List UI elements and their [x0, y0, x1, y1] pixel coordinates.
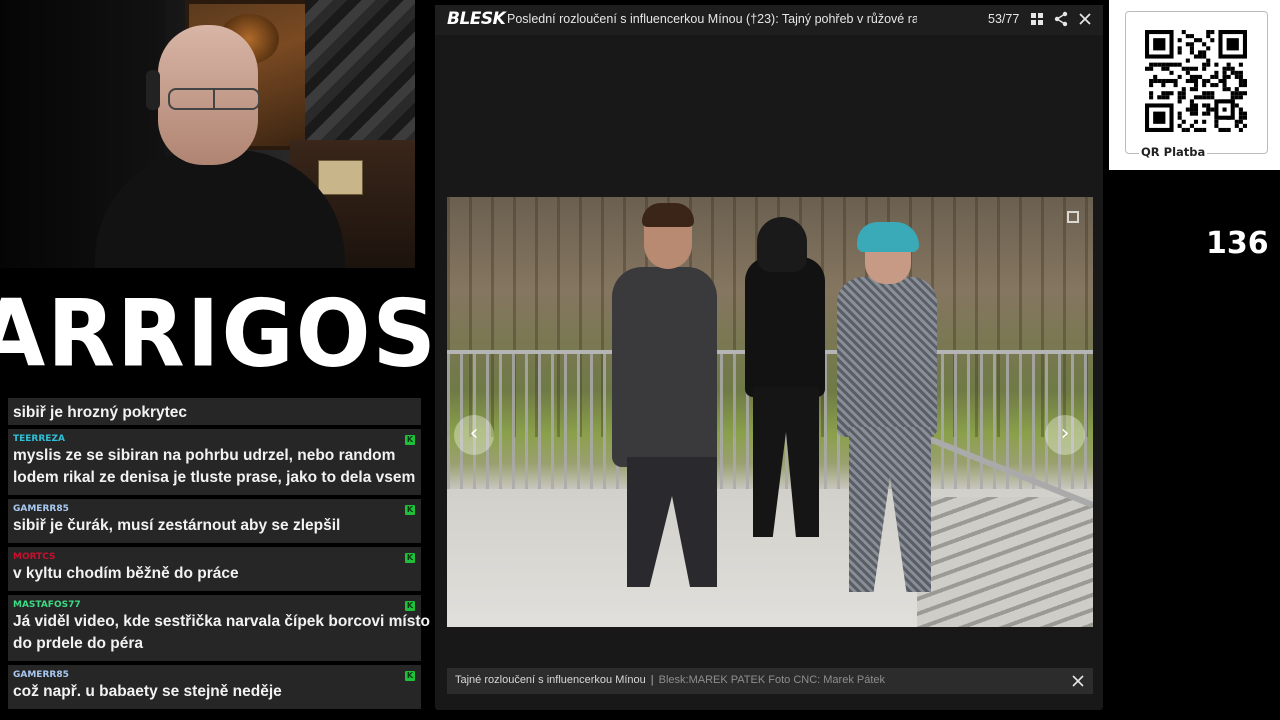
kick-badge-icon: K	[405, 671, 415, 681]
chat-message-text: což např. u babaety se stejně neděje	[13, 683, 282, 700]
qr-payment-panel: QR Platba	[1109, 0, 1280, 170]
next-photo-button[interactable]: ›	[1045, 415, 1085, 455]
glasses	[168, 88, 260, 110]
share-icon[interactable]	[1053, 11, 1069, 27]
grid-icon[interactable]	[1031, 13, 1043, 25]
photo-counter: 53/77	[988, 12, 1020, 26]
channel-logo-text: ARRIGOS	[0, 278, 438, 388]
chat-message: TEERREZA Kmyslis ze se sibiran na pohrbu …	[8, 429, 421, 495]
shelf-box	[318, 160, 363, 195]
qr-code[interactable]	[1145, 30, 1247, 132]
gallery-title: Poslední rozloučení s influencerkou Míno…	[507, 12, 917, 26]
headphone	[146, 70, 160, 110]
caption-close-icon[interactable]	[1071, 674, 1085, 688]
chat-message-text: myslis ze se sibiran na pohrbu udrzel, n…	[13, 447, 396, 464]
kick-badge-icon: K	[405, 553, 415, 563]
chat-message: MORTCS Kv kyltu chodím běžně do práce	[8, 547, 421, 591]
photo-person-right	[837, 222, 947, 622]
photo-caption: Tajné rozloučení s influencerkou Mínou | B…	[455, 674, 885, 686]
chat-message: GAMERR85 Ksibiř je čurák, musí zestárnout…	[8, 499, 421, 543]
chat-username[interactable]: TEERREZA	[13, 434, 416, 445]
kick-badge-icon: K	[405, 601, 415, 611]
chat-message-text: sibiř je čurák, musí zestárnout aby se z…	[13, 517, 341, 534]
chat-message: MASTAFOS77 K Já viděl video, kde sestřička…	[8, 595, 430, 661]
photo-person-middle	[745, 217, 835, 547]
gallery-header: BLESK Poslední rozloučení s influencerko…	[435, 5, 1103, 35]
blesk-logo[interactable]: BLESK	[447, 9, 506, 29]
channel-logo: ARRIGOS	[0, 268, 436, 398]
webcam-feed	[0, 0, 415, 268]
chat-username[interactable]: MASTAFOS77	[13, 600, 416, 611]
chat-username[interactable]: GAMERR85	[13, 670, 416, 681]
previous-photo-button[interactable]: ‹	[454, 415, 494, 455]
expand-icon[interactable]	[1067, 211, 1079, 223]
chat-message-text: lodem rikal ze denisa je tluste prase, j…	[13, 469, 416, 486]
screen: ARRIGOS sibiř je hrozný pokrytec TEERREZA…	[0, 0, 1280, 720]
viewer-count: 136	[1206, 226, 1269, 261]
qr-label: QR Platba	[1139, 145, 1208, 159]
chat-message: sibiř je hrozný pokrytec	[8, 398, 421, 425]
caption-text: Tajné rozloučení s influencerkou Mínou	[455, 674, 646, 686]
photo-caption-bar: Tajné rozloučení s influencerkou Mínou | B…	[447, 668, 1093, 694]
chat-message-text: sibiř je hrozný pokrytec	[13, 404, 187, 421]
chat-username[interactable]: GAMERR85	[13, 504, 416, 515]
chat-panel: sibiř je hrozný pokrytec TEERREZA Kmyslis …	[8, 398, 430, 720]
chat-message-text: do prdele do péra	[13, 635, 144, 652]
chat-message-text: Já viděl video, kde sestřička narvala čí…	[13, 613, 430, 630]
chat-username[interactable]: MORTCS	[13, 552, 416, 563]
kick-badge-icon: K	[405, 435, 415, 445]
photo-credit: Blesk:MAREK PATEK Foto CNC: Marek Pátek	[658, 674, 886, 686]
photo-person-left	[612, 203, 732, 607]
chat-message: GAMERR85 Kcož např. u babaety se stejně n…	[8, 665, 421, 709]
gallery-photo: ‹ ›	[447, 197, 1093, 627]
kick-badge-icon: K	[405, 505, 415, 515]
chat-message-text: v kyltu chodím běžně do práce	[13, 565, 239, 582]
caption-separator: |	[650, 674, 654, 686]
close-icon[interactable]	[1077, 11, 1093, 27]
gallery-viewer: BLESK Poslední rozloučení s influencerko…	[435, 5, 1103, 710]
